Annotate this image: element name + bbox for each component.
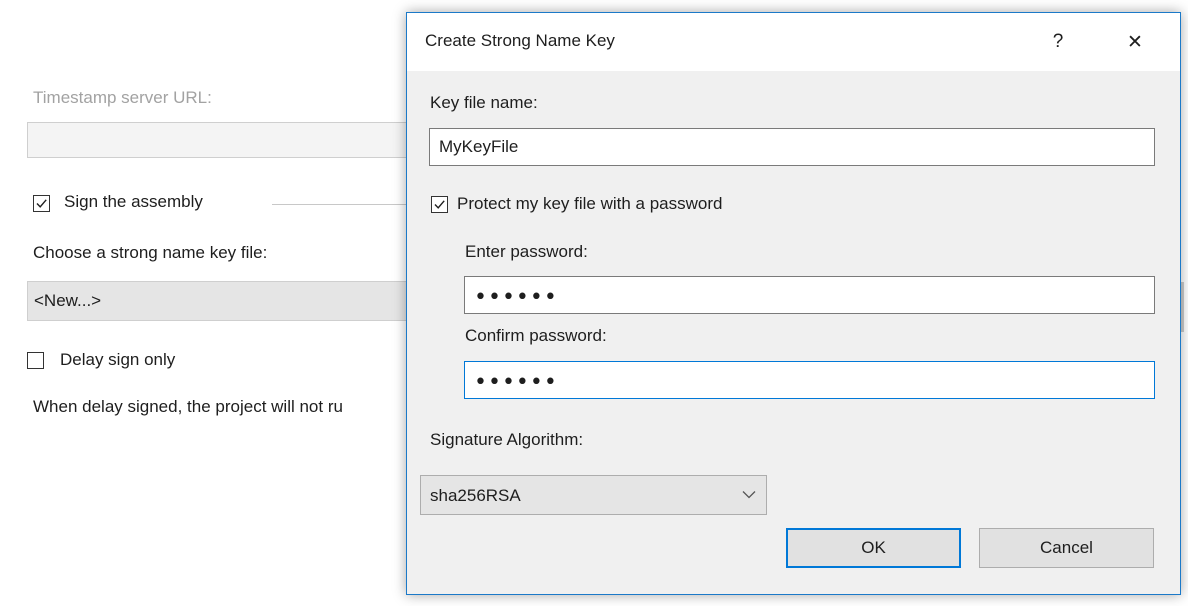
ok-button-label: OK <box>861 538 886 557</box>
key-file-name-value: MyKeyFile <box>439 137 519 156</box>
cancel-button[interactable]: Cancel <box>979 528 1154 568</box>
confirm-password-value: •••••• <box>474 370 558 395</box>
protect-password-checkbox[interactable] <box>431 196 448 213</box>
close-icon: ✕ <box>1127 31 1143 53</box>
enter-password-value: •••••• <box>474 285 558 310</box>
help-button[interactable]: ? <box>1033 13 1083 71</box>
signature-algorithm-value: sha256RSA <box>430 486 521 505</box>
confirm-password-input[interactable]: •••••• <box>464 361 1155 399</box>
help-icon: ? <box>1052 31 1064 52</box>
protect-password-label: Protect my key file with a password <box>457 194 723 213</box>
key-file-value: <New...> <box>34 291 102 310</box>
dialog-titlebar: Create Strong Name Key ? ✕ <box>407 13 1180 71</box>
delay-sign-note: When delay signed, the project will not … <box>33 397 343 416</box>
check-icon <box>434 200 445 209</box>
signature-algorithm-label: Signature Algorithm: <box>430 430 584 449</box>
ok-button[interactable]: OK <box>786 528 961 568</box>
timestamp-server-label: Timestamp server URL: <box>33 88 212 107</box>
signature-algorithm-dropdown[interactable]: sha256RSA <box>420 475 767 515</box>
delay-sign-checkbox[interactable] <box>27 352 44 369</box>
create-strong-name-key-dialog: Create Strong Name Key ? ✕ Key file name… <box>406 12 1181 595</box>
close-button[interactable]: ✕ <box>1110 13 1160 71</box>
key-file-label: Choose a strong name key file: <box>33 243 268 262</box>
confirm-password-label: Confirm password: <box>465 326 607 345</box>
delay-sign-label: Delay sign only <box>60 350 176 369</box>
sign-assembly-label: Sign the assembly <box>64 192 203 211</box>
chevron-down-icon <box>742 491 756 499</box>
section-divider <box>272 204 412 205</box>
sign-assembly-checkbox[interactable] <box>33 195 50 212</box>
dialog-title: Create Strong Name Key <box>425 31 615 50</box>
enter-password-label: Enter password: <box>465 242 588 261</box>
enter-password-input[interactable]: •••••• <box>464 276 1155 314</box>
key-file-name-input[interactable]: MyKeyFile <box>429 128 1155 166</box>
cancel-button-label: Cancel <box>1040 538 1093 557</box>
key-file-name-label: Key file name: <box>430 93 538 112</box>
check-icon <box>36 199 47 208</box>
